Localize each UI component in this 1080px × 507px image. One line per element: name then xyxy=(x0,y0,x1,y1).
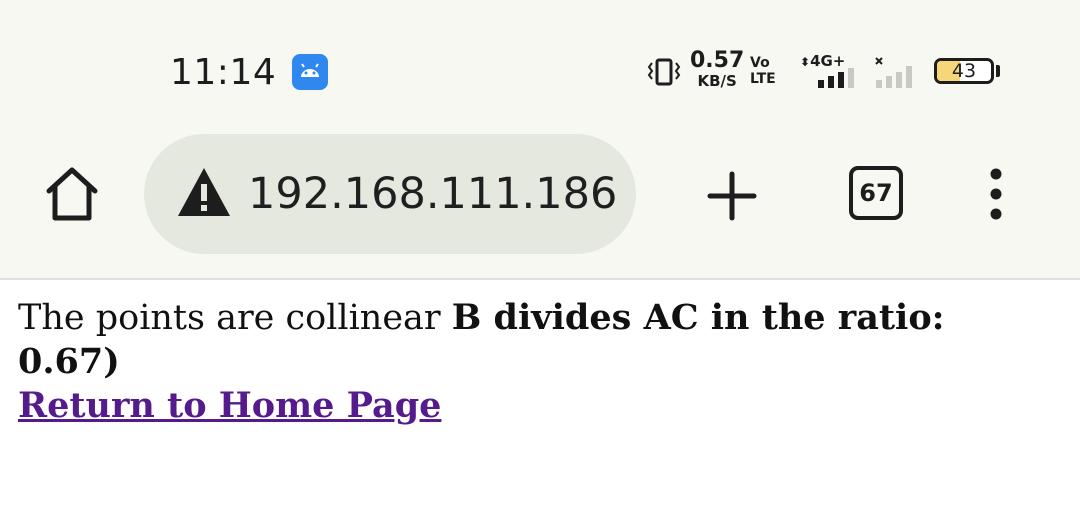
result-message: The points are collinear xyxy=(18,298,452,338)
battery-level: 43 xyxy=(951,60,977,82)
status-time: 11:14 xyxy=(170,52,277,93)
status-icons: 0.57 KB/S Vo LTE ⬍4G+ 43 xyxy=(646,50,1006,94)
more-vert-icon xyxy=(990,168,1002,220)
volte-top: Vo xyxy=(750,55,770,71)
volte-bottom: LTE xyxy=(750,71,776,87)
battery-tip xyxy=(996,65,1000,77)
page-content: The points are collinear B divides AC in… xyxy=(18,296,1058,428)
net-speed: 0.57 KB/S xyxy=(690,50,744,89)
new-tab-button[interactable] xyxy=(704,168,760,224)
plus-icon xyxy=(707,171,757,221)
url-text[interactable]: 192.168.111.186 xyxy=(248,166,617,222)
net-speed-unit: KB/S xyxy=(697,72,737,90)
url-bar[interactable]: 192.168.111.186 xyxy=(144,134,636,254)
home-button[interactable] xyxy=(42,164,102,224)
home-icon xyxy=(46,167,98,221)
vibrate-icon xyxy=(647,58,681,86)
browser-chrome: 11:14 0.57 KB/S Vo LTE ⬍4G+ 43 192.168.1… xyxy=(0,0,1080,280)
no-signal-icon xyxy=(875,57,912,88)
volte-indicator: Vo LTE xyxy=(750,56,776,86)
return-home-link[interactable]: Return to Home Page xyxy=(18,385,441,426)
battery-icon: 43 xyxy=(934,58,994,84)
tab-switcher-button[interactable]: 67 xyxy=(849,166,903,220)
net-speed-value: 0.57 xyxy=(690,48,745,73)
android-app-icon xyxy=(292,54,328,90)
menu-button[interactable] xyxy=(982,168,1010,220)
warning-triangle-icon[interactable] xyxy=(176,166,232,218)
signal-strength-icon xyxy=(818,68,854,88)
